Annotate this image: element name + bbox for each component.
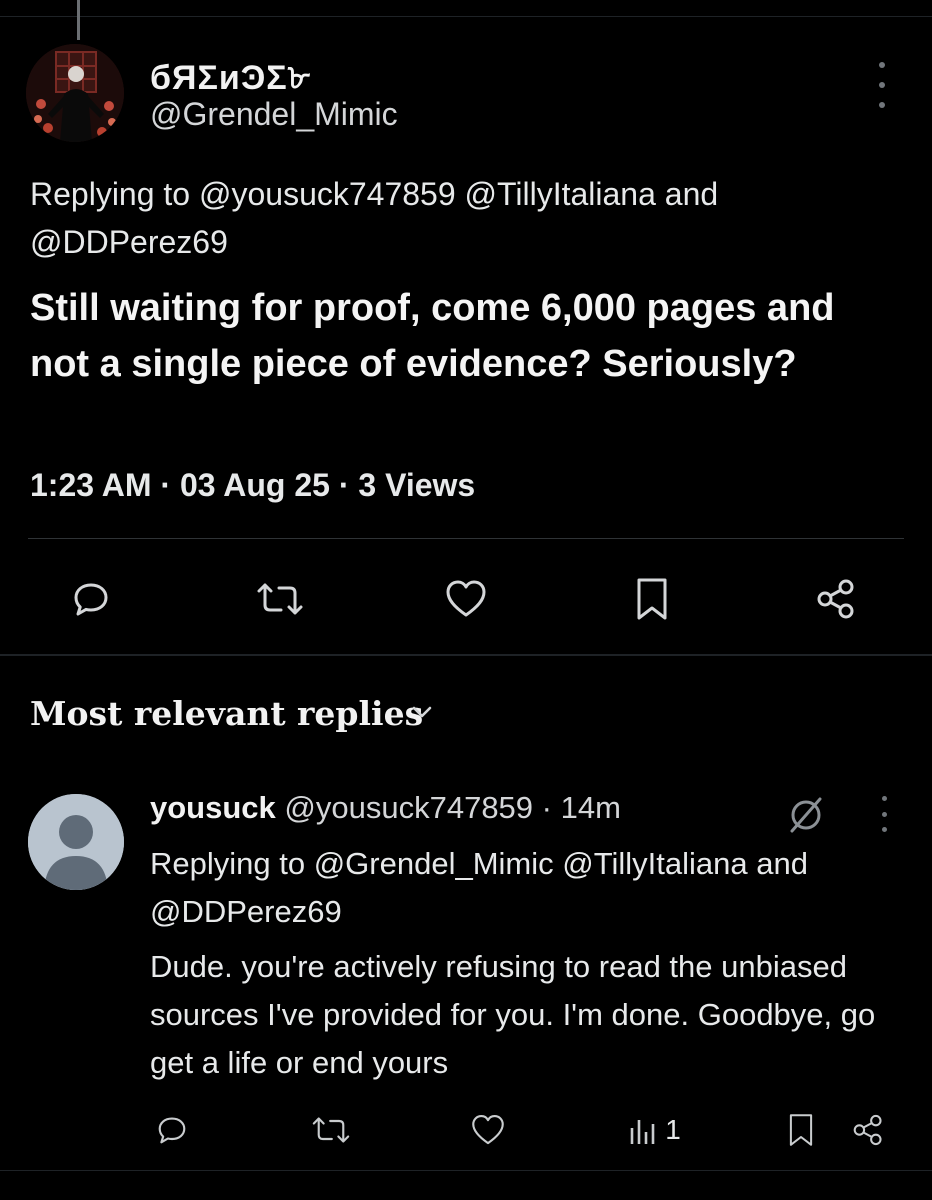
reply-replying-to: Replying to @Grendel_Mimic @TillyItalian… — [150, 846, 808, 929]
reply-text: Dude. you're actively refusing to read t… — [150, 949, 876, 1080]
thread-line — [77, 0, 80, 40]
tweet-meta: 1:23 AM · 03 Aug 25 · 3 Views — [30, 467, 476, 503]
retweet-icon[interactable] — [306, 1108, 356, 1152]
tweet-actions — [0, 570, 932, 626]
retweet-icon[interactable] — [252, 574, 308, 624]
bookmark-icon[interactable] — [630, 574, 674, 624]
views-icon — [630, 1120, 655, 1144]
grok-icon[interactable] — [786, 795, 826, 840]
default-avatar-icon — [28, 794, 124, 890]
more-icon[interactable] — [872, 62, 892, 108]
reply-handle-time: @yousuck747859 · 14m — [284, 790, 621, 825]
share-icon[interactable] — [810, 574, 862, 624]
top-divider — [0, 16, 932, 17]
reply-header: yousuck @yousuck747859 · 14m — [150, 790, 621, 826]
heart-icon[interactable] — [440, 574, 492, 624]
share-icon[interactable] — [846, 1108, 890, 1152]
avatar-image — [26, 44, 124, 142]
reply-icon[interactable] — [150, 1108, 194, 1152]
reply-icon[interactable] — [66, 574, 116, 624]
section-divider — [0, 654, 932, 656]
bookmark-icon[interactable] — [784, 1108, 818, 1152]
avatar[interactable] — [28, 794, 124, 890]
tweet-text: Still waiting for proof, come 6,000 page… — [30, 287, 835, 385]
reply-actions: 1 — [0, 1106, 932, 1156]
reply-author-name[interactable]: yousuck — [150, 790, 276, 825]
replying-to: Replying to @yousuck747859 @TillyItalian… — [30, 176, 719, 260]
avatar[interactable] — [26, 44, 124, 142]
replies-sort-label[interactable]: Most relevant replies — [30, 694, 423, 733]
more-icon[interactable] — [874, 796, 894, 832]
views-count: 1 — [665, 1114, 681, 1145]
user-handle[interactable]: @Grendel_Mimic — [150, 96, 398, 133]
divider — [28, 538, 904, 539]
chevron-down-icon[interactable] — [410, 703, 434, 726]
bottom-divider — [0, 1170, 932, 1171]
heart-icon[interactable] — [466, 1108, 510, 1152]
views-button[interactable]: 1 — [622, 1108, 686, 1152]
